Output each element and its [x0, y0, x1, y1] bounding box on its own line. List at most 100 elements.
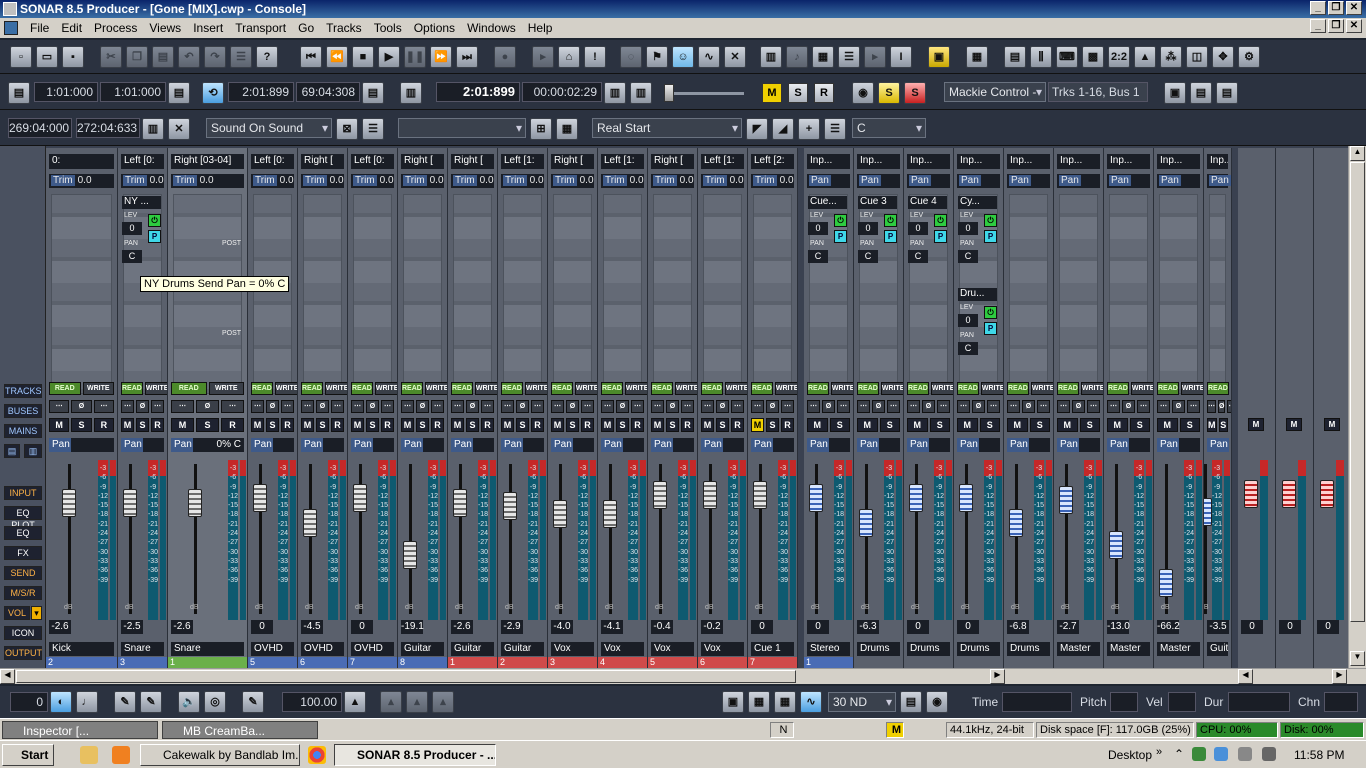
narrow-strips-icon[interactable]: ▤	[4, 444, 20, 458]
mains-mute-button[interactable]: M	[1286, 418, 1302, 431]
input-echo-icon[interactable]: ⋯	[807, 400, 820, 413]
record-arm-button[interactable]: R	[331, 418, 344, 432]
solo-button[interactable]: S	[196, 418, 219, 432]
volume-fader[interactable]	[1059, 486, 1073, 515]
solo-button[interactable]: S	[1218, 418, 1228, 432]
input-echo-icon[interactable]: ⋯	[701, 400, 714, 413]
input-echo-icon[interactable]: ⋯	[251, 400, 264, 413]
volume-fader[interactable]	[753, 480, 767, 509]
bus-input-name[interactable]: Inp...	[857, 154, 900, 169]
solo-button[interactable]: S	[366, 418, 379, 432]
input-echo-icon[interactable]: ⋯	[501, 400, 514, 413]
send-pan-value[interactable]: C	[858, 250, 878, 263]
volume-fader[interactable]	[909, 483, 923, 512]
send-destination[interactable]: Cue...	[808, 196, 847, 209]
tempo-icon[interactable]: ▲	[1134, 46, 1156, 68]
pan-control[interactable]: Pan	[551, 438, 594, 452]
write-button[interactable]: WRITE	[574, 382, 597, 395]
trim-control[interactable]: Trim 0.0	[501, 174, 544, 188]
fx-bin[interactable]	[353, 194, 392, 394]
loop-end-field[interactable]: 1:01:000	[100, 82, 166, 102]
surface-lock-icon[interactable]: ▤	[1190, 82, 1212, 104]
volume-fader[interactable]	[653, 480, 667, 509]
tracks-buses-field[interactable]: Trks 1-16, Bus 1	[1048, 82, 1148, 102]
menu-transport[interactable]: Transport	[229, 18, 292, 38]
interleave-icon[interactable]: ⋯	[431, 400, 444, 413]
keyboard-icon[interactable]: ⌨	[1056, 46, 1078, 68]
mains-fader[interactable]	[1282, 480, 1296, 508]
track-view-icon[interactable]: ▤	[1004, 46, 1026, 68]
bus-input-name[interactable]: Inp...	[1007, 154, 1050, 169]
close-button[interactable]: ✕	[1346, 1, 1362, 15]
trim-control[interactable]: Trim 0.0	[171, 174, 244, 188]
history-icon[interactable]: ☰	[230, 46, 252, 68]
write-button[interactable]: WRITE	[880, 382, 903, 395]
phase-icon[interactable]: Ø	[1218, 400, 1226, 413]
pan-control[interactable]: Pan	[121, 438, 164, 452]
solo-button[interactable]: S	[1079, 418, 1100, 432]
bus-pan-control[interactable]: Pan	[857, 174, 900, 188]
input-echo-icon[interactable]: ⋯	[751, 400, 764, 413]
doc-restore-button[interactable]: ❐	[1328, 19, 1344, 33]
read-button[interactable]: READ	[1107, 382, 1129, 395]
pan-control[interactable]: Pan	[701, 438, 744, 452]
staff-icon[interactable]: ♪	[786, 46, 808, 68]
phase-icon[interactable]: Ø	[316, 400, 329, 413]
volume-fader[interactable]	[453, 489, 467, 518]
write-button[interactable]: WRITE	[374, 382, 397, 395]
send-enable-icon[interactable]: ⏻	[884, 214, 897, 227]
fx-bin[interactable]	[453, 194, 492, 394]
send-enable-icon[interactable]: ⏻	[984, 306, 997, 319]
solo-button[interactable]: S	[1129, 418, 1150, 432]
menu-edit[interactable]: Edit	[55, 18, 88, 38]
menu-windows[interactable]: Windows	[461, 18, 522, 38]
mute-button[interactable]: M	[807, 418, 828, 432]
send-prepost-icon[interactable]: P	[984, 322, 997, 335]
track-input-name[interactable]: Right [03-04]	[171, 154, 244, 169]
desktop-toolbar-label[interactable]: Desktop	[1108, 748, 1152, 762]
mute-button[interactable]: M	[301, 418, 314, 432]
inspector-minimized-window[interactable]: Inspector [...	[2, 721, 158, 739]
record-mode-icon[interactable]: ◌	[620, 46, 642, 68]
eq-plot-toggle-button[interactable]: EQ PLOT	[4, 506, 42, 530]
write-button[interactable]: WRITE	[980, 382, 1003, 395]
send-destination[interactable]: NY ...	[122, 196, 161, 209]
send-toggle-button[interactable]: SEND	[4, 566, 42, 580]
timecode-field[interactable]: 00:00:02:29	[522, 82, 602, 102]
punch-time-field[interactable]: 2:01:899	[228, 82, 294, 102]
interleave-icon[interactable]: ⋯	[481, 400, 494, 413]
play-icon[interactable]: ▶	[378, 46, 400, 68]
scroll-left-icon[interactable]: ◀	[0, 669, 15, 684]
volume-fader[interactable]	[123, 489, 137, 518]
settings-gear-icon[interactable]: ⚙	[1238, 46, 1260, 68]
output-name[interactable]: Cue 1	[751, 642, 794, 656]
menu-options[interactable]: Options	[408, 18, 461, 38]
mute-button[interactable]: M	[651, 418, 664, 432]
fx-bin[interactable]	[1009, 194, 1048, 394]
chn-field[interactable]	[1324, 692, 1358, 712]
solo-button[interactable]: S	[879, 418, 900, 432]
face-icon[interactable]: ☺	[672, 46, 694, 68]
trim-control[interactable]: Trim 0.0	[601, 174, 644, 188]
now-marker-icon[interactable]: ▥	[400, 82, 422, 104]
output-name[interactable]: Drums	[857, 642, 900, 656]
record-arm-button[interactable]: R	[381, 418, 394, 432]
solo-button[interactable]: S	[316, 418, 329, 432]
mute-button[interactable]: M	[171, 418, 194, 432]
bus-input-name[interactable]: Inp...	[1157, 154, 1200, 169]
record-arm-button[interactable]: R	[681, 418, 694, 432]
input-echo-icon[interactable]: ⋯	[301, 400, 314, 413]
solo-button[interactable]: S	[71, 418, 92, 432]
interleave-icon[interactable]: ⋯	[93, 400, 114, 413]
phase-icon[interactable]: Ø	[822, 400, 835, 413]
mute-button[interactable]: M	[251, 418, 264, 432]
metronome-icon[interactable]: ⌂	[558, 46, 580, 68]
menu-insert[interactable]: Insert	[187, 18, 229, 38]
automation-icon[interactable]: ∿	[698, 46, 720, 68]
bus-pan-control[interactable]: Pan	[1057, 174, 1100, 188]
output-name[interactable]: Vox	[601, 642, 644, 656]
step-record-icon[interactable]: ▸	[532, 46, 554, 68]
interleave-icon[interactable]: ⋯	[581, 400, 594, 413]
input-echo-icon[interactable]: ⋯	[651, 400, 664, 413]
mute-button[interactable]: M	[857, 418, 878, 432]
